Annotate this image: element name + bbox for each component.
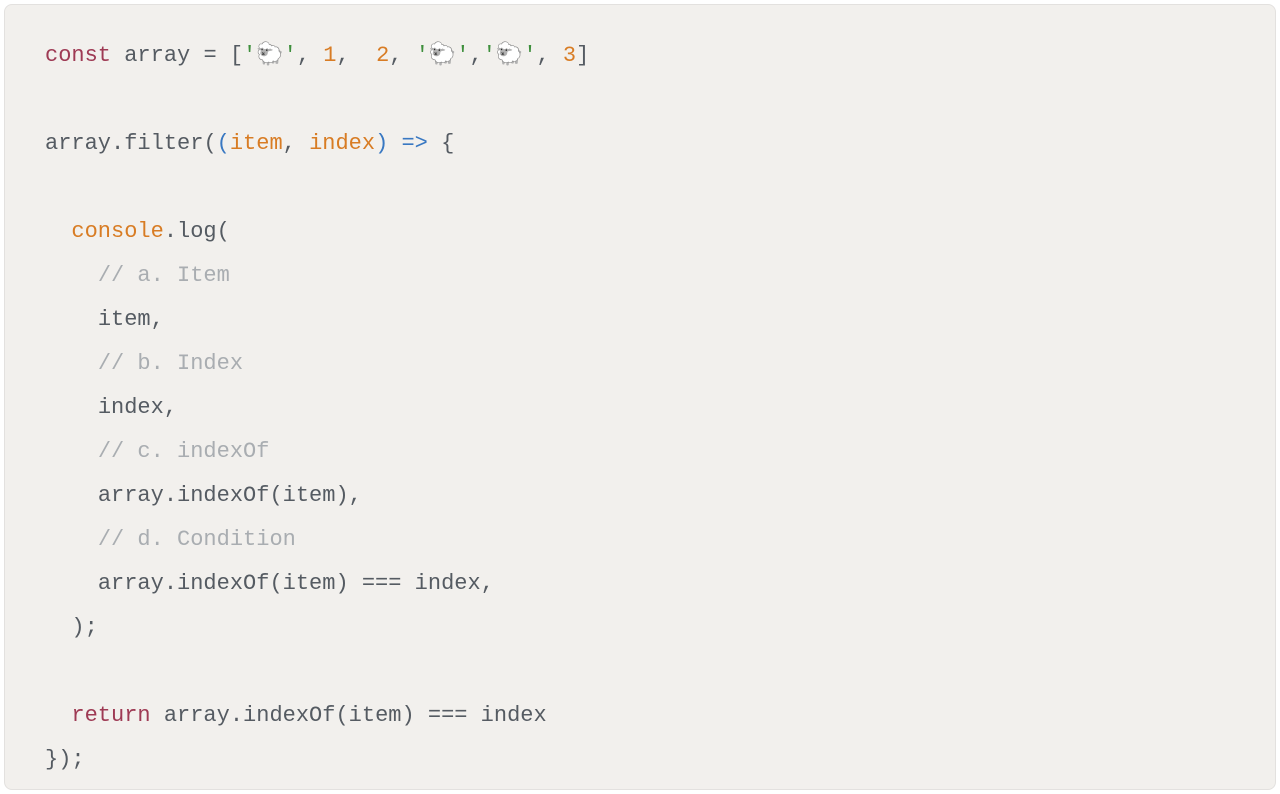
sheep-emoji: 🐑 bbox=[496, 42, 523, 67]
comma: , bbox=[151, 307, 164, 332]
space bbox=[550, 43, 563, 68]
indent bbox=[45, 395, 98, 420]
string-quote: ' bbox=[483, 43, 496, 68]
space bbox=[388, 131, 401, 156]
string-quote: ' bbox=[284, 43, 297, 68]
string-quote: ' bbox=[416, 43, 429, 68]
identifier-item: item bbox=[98, 307, 151, 332]
indent bbox=[45, 527, 98, 552]
paren-open: ( bbox=[203, 131, 216, 156]
identifier-array: array bbox=[124, 43, 190, 68]
comment-b: // b. Index bbox=[98, 351, 243, 376]
comma: , bbox=[389, 43, 402, 68]
bracket-open: [ bbox=[230, 43, 243, 68]
param-index: index bbox=[309, 131, 375, 156]
comment-a: // a. Item bbox=[98, 263, 230, 288]
string-quote: ' bbox=[523, 43, 536, 68]
paren-close: ) bbox=[375, 131, 388, 156]
bracket-close: ] bbox=[576, 43, 589, 68]
number-literal: 2 bbox=[376, 43, 389, 68]
sheep-emoji: 🐑 bbox=[256, 42, 283, 67]
indent bbox=[45, 219, 71, 244]
space bbox=[310, 43, 323, 68]
indent bbox=[45, 571, 98, 596]
comma: , bbox=[283, 131, 296, 156]
dot: . bbox=[111, 131, 124, 156]
method-filter: filter bbox=[124, 131, 203, 156]
paren-open: ( bbox=[217, 131, 230, 156]
dot: . bbox=[164, 219, 177, 244]
space bbox=[296, 131, 309, 156]
space bbox=[428, 131, 441, 156]
call-indexof: array.indexOf(item) bbox=[98, 483, 349, 508]
indent bbox=[45, 483, 98, 508]
indent bbox=[45, 439, 98, 464]
method-log: log bbox=[177, 219, 217, 244]
indent bbox=[45, 703, 71, 728]
indent bbox=[45, 263, 98, 288]
code-pre: const array = ['🐑', 1, 2, '🐑','🐑', 3] ar… bbox=[45, 33, 1235, 782]
comma: , bbox=[336, 43, 349, 68]
identifier-index: index bbox=[98, 395, 164, 420]
return-expr: array.indexOf(item) === index bbox=[164, 703, 547, 728]
paren-close-semi: ); bbox=[71, 615, 97, 640]
param-item: item bbox=[230, 131, 283, 156]
indent bbox=[45, 351, 98, 376]
arrow-token: => bbox=[401, 131, 427, 156]
comma: , bbox=[297, 43, 310, 68]
space bbox=[217, 43, 230, 68]
number-literal: 3 bbox=[563, 43, 576, 68]
space bbox=[190, 43, 203, 68]
comment-c: // c. indexOf bbox=[98, 439, 270, 464]
condition-expr: array.indexOf(item) === index bbox=[98, 571, 481, 596]
code-block: const array = ['🐑', 1, 2, '🐑','🐑', 3] ar… bbox=[4, 4, 1276, 790]
comma: , bbox=[470, 43, 483, 68]
space bbox=[402, 43, 415, 68]
identifier-array: array bbox=[45, 131, 111, 156]
space bbox=[350, 43, 376, 68]
space bbox=[111, 43, 124, 68]
indent bbox=[45, 307, 98, 332]
string-quote: ' bbox=[243, 43, 256, 68]
paren-open: ( bbox=[217, 219, 230, 244]
comma: , bbox=[164, 395, 177, 420]
keyword-const: const bbox=[45, 43, 111, 68]
keyword-return: return bbox=[71, 703, 150, 728]
identifier-console: console bbox=[71, 219, 163, 244]
comment-d: // d. Condition bbox=[98, 527, 296, 552]
string-quote: ' bbox=[456, 43, 469, 68]
space bbox=[151, 703, 164, 728]
comma: , bbox=[537, 43, 550, 68]
number-literal: 1 bbox=[323, 43, 336, 68]
closing-tokens: }); bbox=[45, 747, 85, 772]
sheep-emoji: 🐑 bbox=[429, 42, 456, 67]
brace-open: { bbox=[441, 131, 454, 156]
comma: , bbox=[481, 571, 494, 596]
indent bbox=[45, 615, 71, 640]
comma: , bbox=[349, 483, 362, 508]
equals: = bbox=[203, 43, 216, 68]
